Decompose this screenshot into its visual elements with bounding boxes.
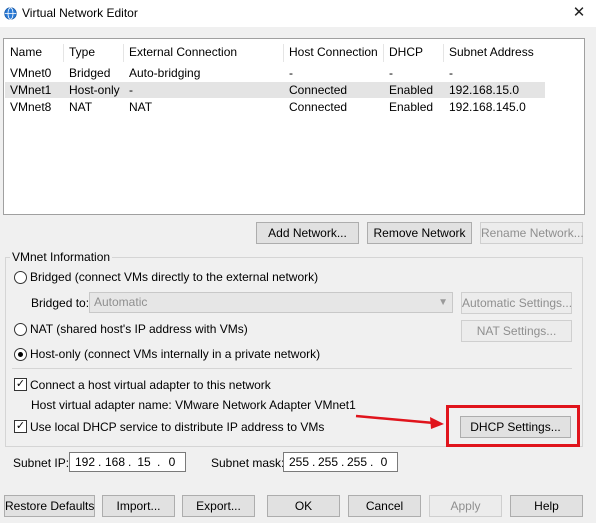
- nat-label[interactable]: NAT (shared host's IP address with VMs): [30, 322, 248, 336]
- bridged-label[interactable]: Bridged (connect VMs directly to the ext…: [30, 270, 318, 284]
- table-row-selected[interactable]: VMnet1 Host-only - Connected Enabled 192…: [5, 82, 545, 98]
- connect-adapter-checkbox[interactable]: ✓: [14, 378, 27, 391]
- vmnet-information-label: VMnet Information: [10, 250, 113, 264]
- cell-name: VMnet1: [10, 83, 52, 97]
- cell-subnet-address: 192.168.15.0: [449, 83, 520, 97]
- subnet-mask-label: Subnet mask:: [211, 456, 285, 470]
- column-header-dhcp[interactable]: DHCP: [384, 44, 444, 62]
- restore-defaults-button[interactable]: Restore Defaults: [4, 495, 95, 517]
- automatic-settings-button[interactable]: Automatic Settings...: [461, 292, 572, 314]
- divider: [12, 368, 572, 369]
- cell-external-connection: Auto-bridging: [129, 66, 201, 80]
- cancel-button[interactable]: Cancel: [348, 495, 421, 517]
- subnet-mask-field[interactable]: 255 . 255 . 255 . 0: [283, 452, 398, 472]
- cell-dhcp: Enabled: [389, 83, 434, 97]
- cell-dhcp: -: [389, 66, 393, 80]
- close-icon: ✕: [572, 4, 586, 21]
- host-only-radio[interactable]: [14, 348, 27, 361]
- cell-external-connection: -: [129, 83, 133, 97]
- bridged-radio[interactable]: [14, 271, 27, 284]
- subnet-ip-label: Subnet IP:: [13, 456, 70, 470]
- chevron-down-icon: ▼: [438, 297, 448, 308]
- adapter-name-text: Host virtual adapter name: VMware Networ…: [31, 398, 356, 412]
- subnet-ip-field[interactable]: 192 . 168 . 15 . 0: [69, 452, 186, 472]
- host-only-label[interactable]: Host-only (connect VMs internally in a p…: [30, 347, 320, 361]
- cell-subnet-address: -: [449, 66, 453, 80]
- import-button[interactable]: Import...: [102, 495, 175, 517]
- mask-octet[interactable]: 255: [286, 453, 312, 471]
- mask-octet[interactable]: 0: [371, 453, 397, 471]
- ip-dot: .: [98, 455, 102, 469]
- column-header-external-connection[interactable]: External Connection: [124, 44, 284, 62]
- cell-dhcp: Enabled: [389, 100, 434, 114]
- connect-adapter-label[interactable]: Connect a host virtual adapter to this n…: [30, 378, 271, 392]
- export-button[interactable]: Export...: [182, 495, 255, 517]
- mask-octet[interactable]: 255: [344, 453, 370, 471]
- ip-octet[interactable]: 168: [102, 453, 128, 471]
- cell-host-connection: Connected: [289, 100, 348, 114]
- globe-icon: [4, 7, 17, 20]
- cell-name: VMnet8: [10, 100, 52, 114]
- cell-host-connection: Connected: [289, 83, 348, 97]
- annotation-highlight-box: [446, 405, 580, 447]
- column-header-name[interactable]: Name: [5, 44, 64, 62]
- dhcp-checkbox[interactable]: ✓: [14, 420, 27, 433]
- bridged-to-label: Bridged to:: [31, 296, 90, 310]
- column-header-type[interactable]: Type: [64, 44, 124, 62]
- close-button[interactable]: ✕: [567, 3, 591, 23]
- cell-type: Host-only: [69, 83, 120, 97]
- bridged-to-value: Automatic: [94, 295, 148, 309]
- ip-octet[interactable]: 192: [72, 453, 98, 471]
- nat-radio[interactable]: [14, 323, 27, 336]
- ip-octet[interactable]: 15: [131, 453, 157, 471]
- dhcp-label[interactable]: Use local DHCP service to distribute IP …: [30, 420, 324, 434]
- cell-type: NAT: [69, 100, 93, 114]
- check-icon: ✓: [15, 378, 26, 390]
- check-icon: ✓: [15, 420, 26, 432]
- add-network-button[interactable]: Add Network...: [256, 222, 359, 244]
- bridged-to-select[interactable]: Automatic ▼: [89, 292, 453, 313]
- help-button[interactable]: Help: [510, 495, 583, 517]
- window-title: Virtual Network Editor: [22, 6, 138, 20]
- table-row[interactable]: VMnet8 NAT NAT Connected Enabled 192.168…: [5, 99, 545, 115]
- rename-network-button[interactable]: Rename Network...: [480, 222, 584, 244]
- mask-octet[interactable]: 255: [315, 453, 341, 471]
- cell-external-connection: NAT: [129, 100, 153, 114]
- cell-subnet-address: 192.168.145.0: [449, 100, 526, 114]
- cell-type: Bridged: [69, 66, 111, 80]
- annotation-arrow-icon: [355, 414, 444, 429]
- ip-octet[interactable]: 0: [159, 453, 185, 471]
- cell-name: VMnet0: [10, 66, 52, 80]
- cell-host-connection: -: [289, 66, 293, 80]
- column-header-host-connection[interactable]: Host Connection: [284, 44, 384, 62]
- remove-network-button[interactable]: Remove Network: [367, 222, 472, 244]
- apply-button[interactable]: Apply: [429, 495, 502, 517]
- column-header-subnet-address[interactable]: Subnet Address: [444, 44, 544, 62]
- nat-settings-button[interactable]: NAT Settings...: [461, 320, 572, 342]
- table-row[interactable]: VMnet0 Bridged Auto-bridging - - -: [5, 65, 545, 81]
- ok-button[interactable]: OK: [267, 495, 340, 517]
